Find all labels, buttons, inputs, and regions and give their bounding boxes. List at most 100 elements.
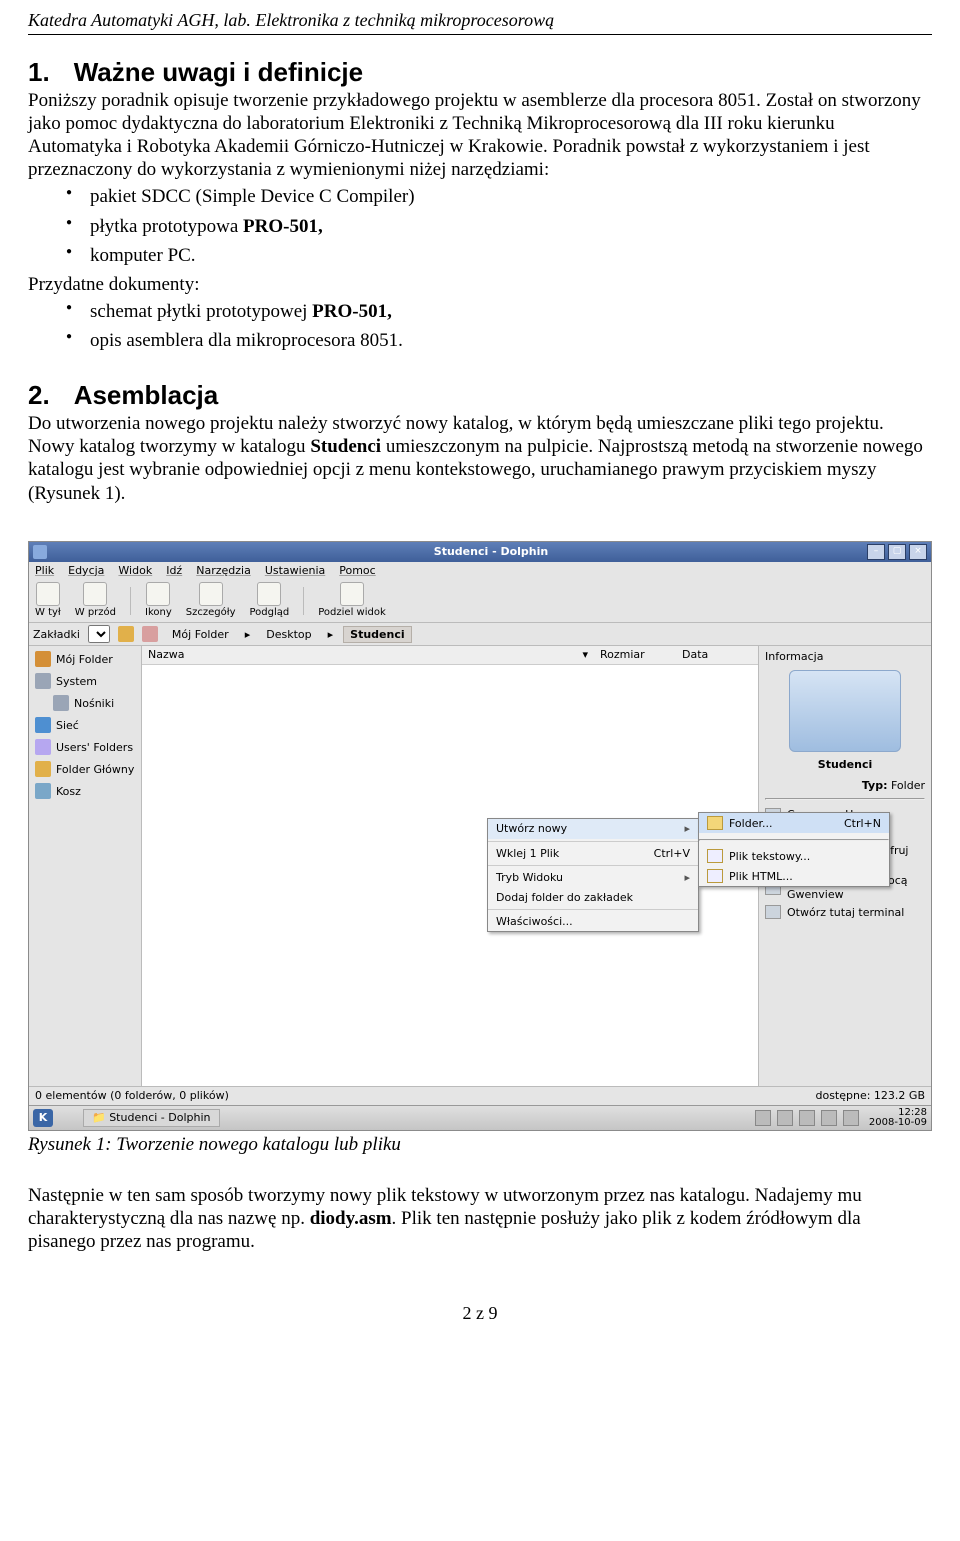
tray-icon[interactable] <box>799 1110 815 1126</box>
menu-file[interactable]: Plik <box>35 564 54 577</box>
menu-tools[interactable]: Narzędzia <box>196 564 251 577</box>
media-icon <box>53 695 69 711</box>
after-para: Następnie w ten sam sposób tworzymy nowy… <box>28 1184 932 1254</box>
crumb-home[interactable]: Mój Folder <box>166 627 235 642</box>
folder-preview-icon <box>789 670 901 752</box>
toolbar-split[interactable]: Podziel widok <box>318 582 386 619</box>
menu-help[interactable]: Pomoc <box>339 564 375 577</box>
figure-caption: Rysunek 1: Tworzenie nowego katalogu lub… <box>28 1133 932 1156</box>
folder-icon <box>35 761 51 777</box>
section-2-title: Asemblacja <box>74 380 219 410</box>
menu-edit[interactable]: Edycja <box>68 564 104 577</box>
tools-list: pakiet SDCC (Simple Device C Compiler) p… <box>28 185 932 267</box>
minimize-icon[interactable]: – <box>867 544 885 560</box>
col-date[interactable]: Data <box>676 646 758 663</box>
trash-icon <box>35 783 51 799</box>
list-item: schemat płytki prototypowej PRO-501, <box>28 300 932 323</box>
info-folder-name: Studenci <box>765 758 925 771</box>
docs-list: schemat płytki prototypowej PRO-501, opi… <box>28 300 932 352</box>
section-1-para: Poniższy poradnik opisuje tworzenie przy… <box>28 89 932 182</box>
toolbar-forward[interactable]: W przód <box>75 582 116 619</box>
toolbar-icons[interactable]: Ikony <box>145 582 172 619</box>
maximize-icon[interactable]: ▢ <box>888 544 906 560</box>
sort-indicator-icon: ▾ <box>582 648 588 661</box>
system-icon <box>35 673 51 689</box>
nav-icon[interactable] <box>142 626 158 642</box>
list-item: pakiet SDCC (Simple Device C Compiler) <box>28 185 932 208</box>
section-2-heading: 2. Asemblacja <box>28 380 932 412</box>
close-icon[interactable]: × <box>909 544 927 560</box>
toolbar-back[interactable]: W tył <box>35 582 61 619</box>
section-1-heading: 1. Ważne uwagi i definicje <box>28 57 932 89</box>
sidebar-item-root[interactable]: Folder Główny <box>29 758 141 780</box>
tray-icon[interactable] <box>777 1110 793 1126</box>
tray-icon[interactable] <box>755 1110 771 1126</box>
col-size[interactable]: Rozmiar <box>594 646 676 663</box>
sidebar-item-home[interactable]: Mój Folder <box>29 648 141 670</box>
col-name[interactable]: Nazwa▾ <box>142 646 594 663</box>
menu-create-new[interactable]: Utwórz nowy <box>488 819 698 838</box>
sidebar-item-media[interactable]: Nośniki <box>29 692 141 714</box>
sidebar-item-users[interactable]: Users' Folders <box>29 736 141 758</box>
places-sidebar: Mój Folder System Nośniki Sieć Users' Fo… <box>29 646 142 1086</box>
menu-settings[interactable]: Ustawienia <box>265 564 325 577</box>
section-1-number: 1. <box>28 57 50 87</box>
page-header: Katedra Automatyki AGH, lab. Elektronika… <box>28 10 932 35</box>
menu-bar: Plik Edycja Widok Idź Narzędzia Ustawien… <box>29 562 931 579</box>
taskbar-entry[interactable]: 📁 Studenci - Dolphin <box>83 1109 220 1126</box>
tray-icon[interactable] <box>843 1110 859 1126</box>
toolbar-preview[interactable]: Podgląd <box>250 582 290 619</box>
list-item: opis asemblera dla mikroprocesora 8051. <box>28 329 932 352</box>
network-icon <box>35 717 51 733</box>
toolbar: W tył W przód Ikony Szczegóły Podgląd Po… <box>29 579 931 623</box>
list-item: płytka prototypowa PRO-501, <box>28 215 932 238</box>
location-bar: Zakładki Mój Folder▸ Desktop▸ Studenci <box>29 623 931 646</box>
submenu-folder[interactable]: Folder...Ctrl+N <box>699 813 889 833</box>
crumb-studenci[interactable]: Studenci <box>343 626 411 643</box>
section-2-number: 2. <box>28 380 50 410</box>
sidebar-item-network[interactable]: Sieć <box>29 714 141 736</box>
menu-bookmark[interactable]: Dodaj folder do zakładek <box>488 888 698 907</box>
split-view-icon <box>340 582 364 606</box>
details-view-icon <box>199 582 223 606</box>
taskbar: K 📁 Studenci - Dolphin 12:28 2008-10-09 <box>29 1105 931 1130</box>
users-icon <box>35 739 51 755</box>
html-file-icon <box>707 869 723 883</box>
status-left: 0 elementów (0 folderów, 0 plików) <box>35 1089 229 1102</box>
menu-view-mode[interactable]: Tryb Widoku <box>488 868 698 887</box>
toolbar-details[interactable]: Szczegóły <box>186 582 236 619</box>
list-item: komputer PC. <box>28 244 932 267</box>
section-2-para: Do utworzenia nowego projektu należy stw… <box>28 412 932 505</box>
clock[interactable]: 12:28 2008-10-09 <box>869 1108 927 1128</box>
sidebar-item-trash[interactable]: Kosz <box>29 780 141 802</box>
window-titlebar[interactable]: Studenci - Dolphin – ▢ × <box>29 542 931 562</box>
home-icon[interactable] <box>118 626 134 642</box>
file-view[interactable]: Nazwa▾ Rozmiar Data Utwórz nowy Wklej 1 … <box>142 646 758 1086</box>
terminal-icon <box>765 905 781 919</box>
text-file-icon <box>707 849 723 863</box>
submenu-html-file[interactable]: Plik HTML... <box>699 866 889 886</box>
breadcrumb: Mój Folder▸ Desktop▸ Studenci <box>166 626 412 643</box>
kmenu-icon[interactable]: K <box>33 1109 53 1127</box>
tray-icon[interactable] <box>821 1110 837 1126</box>
page-footer: 2 z 9 <box>28 1303 932 1325</box>
preview-icon <box>257 582 281 606</box>
status-bar: 0 elementów (0 folderów, 0 plików) dostę… <box>29 1086 931 1104</box>
home-folder-icon <box>35 651 51 667</box>
sidebar-item-system[interactable]: System <box>29 670 141 692</box>
crumb-desktop[interactable]: Desktop <box>260 627 317 642</box>
menu-paste[interactable]: Wklej 1 PlikCtrl+V <box>488 844 698 863</box>
create-new-submenu: Folder...Ctrl+N Plik tekstowy... Plik HT… <box>698 812 890 887</box>
info-action-terminal[interactable]: Otwórz tutaj terminal <box>765 903 925 921</box>
window-title: Studenci - Dolphin <box>51 545 931 558</box>
forward-icon <box>83 582 107 606</box>
back-icon <box>36 582 60 606</box>
menu-properties[interactable]: Właściwości... <box>488 912 698 931</box>
screenshot-dolphin: Studenci - Dolphin – ▢ × Plik Edycja Wid… <box>28 541 932 1131</box>
menu-go[interactable]: Idź <box>166 564 182 577</box>
menu-view[interactable]: Widok <box>118 564 152 577</box>
section-1-title: Ważne uwagi i definicje <box>74 57 363 87</box>
bookmarks-dropdown[interactable] <box>88 625 110 643</box>
submenu-text-file[interactable]: Plik tekstowy... <box>699 846 889 866</box>
context-menu: Utwórz nowy Wklej 1 PlikCtrl+V Tryb Wido… <box>487 818 699 932</box>
